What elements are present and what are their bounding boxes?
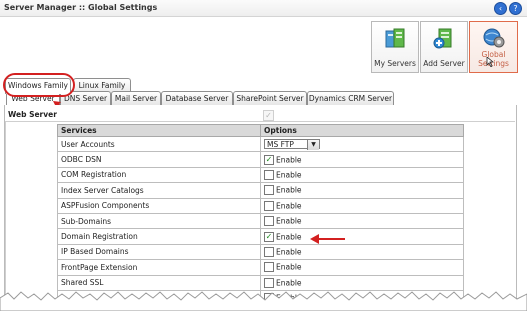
table-row: ASPFusion Components Enable [57,197,464,214]
option-cell: ✓ Enable [260,151,464,168]
enable-checkbox[interactable]: ✓ [264,231,274,242]
tab-database-server[interactable]: Database Server [161,91,233,105]
enable-label: Enable [276,185,302,195]
enable-label: Enable [276,170,302,180]
option-cell: ✓ Enable [260,228,464,245]
table-row: Sub-Domains Enable [57,212,464,230]
table-row: User Accounts MS FTP ▼ [57,135,464,153]
tab-dynamics-crm-server[interactable]: Dynamics CRM Server [307,91,394,105]
table-row: IP Based Domains Enable [57,243,464,261]
table-row: Domain Registration ✓ Enable [57,228,464,245]
window-title: Server Manager :: Global Settings [4,3,158,12]
option-cell: Enable [260,166,464,184]
tab-mail-server[interactable]: Mail Server [111,91,161,105]
enable-label: Enable [276,216,302,226]
enable-checkbox[interactable] [264,262,274,273]
service-name: FrontPage Extension [57,259,261,276]
service-name: Index Server Catalogs [57,182,261,199]
service-name: ODBC DSN [57,151,261,168]
add-server-icon [433,27,455,53]
enable-checkbox[interactable] [264,185,274,196]
table-row: Shared SSL Enable [57,274,464,291]
annotation-highlight-oval [3,73,75,97]
web-server-checkbox: ✓ [263,110,274,121]
option-cell: Enable [260,182,464,199]
enable-checkbox[interactable] [264,246,274,257]
services-table: Services Options User Accounts MS FTP ▼ ODB… [57,124,464,307]
service-name: IP Based Domains [57,243,261,261]
servers-icon [384,27,406,53]
enable-checkbox[interactable] [264,169,274,180]
option-cell: Enable [260,259,464,276]
enable-checkbox[interactable]: ✓ [264,154,274,165]
enable-label: Enable [276,278,302,288]
service-name: COM Registration [57,166,261,184]
chevron-down-icon[interactable]: ▼ [307,140,319,151]
column-header-options: Options [260,124,464,137]
annotation-arrow-icon [310,234,346,246]
table-row: ODBC DSN ✓ Enable [57,151,464,168]
add-server-label: Add Server [423,59,465,68]
tab-sharepoint-server[interactable]: SharePoint Server [233,91,307,105]
column-header-services: Services [57,124,261,137]
back-icon[interactable]: ‹ [494,2,507,15]
my-servers-button[interactable]: My Servers [371,21,419,73]
enable-checkbox[interactable] [264,216,274,227]
torn-edge [0,291,527,311]
service-name: ASPFusion Components [57,197,261,214]
select-value: MS FTP [267,140,294,150]
service-name: Shared SSL [57,274,261,291]
enable-label: Enable [276,155,302,165]
enable-label: Enable [276,232,302,242]
pointer-cursor-icon [486,56,495,69]
table-row: COM Registration Enable [57,166,464,184]
sub-tab-bar: Web Server DNS Server Mail Server Databa… [4,91,515,106]
option-cell: MS FTP ▼ [260,135,464,153]
option-cell: Enable [260,197,464,214]
service-name: Domain Registration [57,228,261,245]
my-servers-label: My Servers [374,59,416,68]
user-accounts-select[interactable]: MS FTP ▼ [264,139,320,151]
enable-label: Enable [276,247,302,257]
service-name: Sub-Domains [57,212,261,230]
option-cell: Enable [260,274,464,291]
option-cell: Enable [260,212,464,230]
enable-checkbox[interactable] [264,200,274,211]
table-row: FrontPage Extension Enable [57,259,464,276]
enable-label: Enable [276,262,302,272]
enable-checkbox[interactable] [264,277,274,288]
panel-title: Web Server [8,110,57,119]
divider [5,121,6,311]
service-name: User Accounts [57,135,261,153]
enable-label: Enable [276,201,302,211]
option-cell: Enable [260,243,464,261]
help-icon[interactable]: ? [509,2,522,15]
table-row: Index Server Catalogs Enable [57,182,464,199]
global-settings-icon [482,27,506,51]
divider [5,121,515,122]
add-server-button[interactable]: Add Server [420,21,468,73]
